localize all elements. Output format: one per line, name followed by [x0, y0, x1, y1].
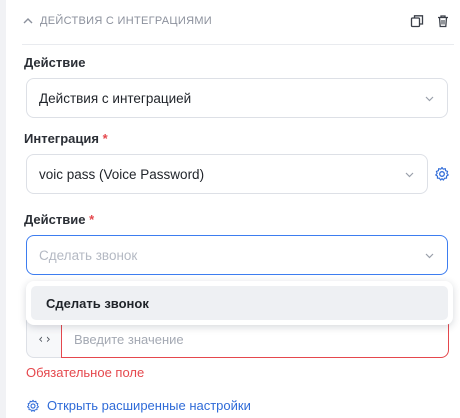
chevron-down-icon [425, 253, 434, 258]
required-mark: * [89, 212, 95, 227]
gear-icon [27, 399, 39, 412]
trash-icon[interactable] [436, 14, 450, 28]
section-header[interactable]: ДЕЙСТВИЯ С ИНТЕГРАЦИЯМИ [22, 10, 456, 32]
integration-settings-gear-icon[interactable] [434, 166, 450, 182]
integration-action-dropdown: Сделать звонок [26, 281, 453, 325]
chevron-up-icon[interactable] [22, 15, 34, 27]
copy-icon[interactable] [410, 14, 424, 28]
code-mode-toggle[interactable]: ‹› [26, 320, 62, 358]
error-message: Обязательное поле [26, 365, 145, 380]
action-label: Действие [24, 55, 86, 70]
integration-action-label: Действие * [24, 212, 95, 227]
dropdown-option[interactable]: Сделать звонок [31, 286, 448, 320]
advanced-settings-link[interactable]: Открыть расширенные настройки [26, 398, 251, 413]
action-select-value: Действия с интеграцией [39, 90, 192, 106]
integration-action-select[interactable]: Сделать звонок [26, 235, 448, 275]
chevron-down-icon [405, 172, 414, 177]
advanced-settings-label: Открыть расширенные настройки [47, 398, 251, 413]
integration-label: Интеграция * [24, 131, 108, 146]
integration-action-panel: ДЕЙСТВИЯ С ИНТЕГРАЦИЯМИ Действие Действи… [6, 0, 460, 418]
header-divider [22, 44, 454, 45]
value-input[interactable] [61, 320, 449, 358]
integration-select[interactable]: voic pass (Voice Password) [26, 154, 428, 194]
integration-action-placeholder: Сделать звонок [39, 247, 138, 263]
chevron-down-icon [425, 96, 434, 101]
required-mark: * [102, 131, 108, 146]
header-actions [410, 14, 450, 28]
section-title: ДЕЙСТВИЯ С ИНТЕГРАЦИЯМИ [40, 15, 212, 27]
action-select[interactable]: Действия с интеграцией [26, 78, 448, 118]
integration-select-value: voic pass (Voice Password) [39, 166, 205, 182]
